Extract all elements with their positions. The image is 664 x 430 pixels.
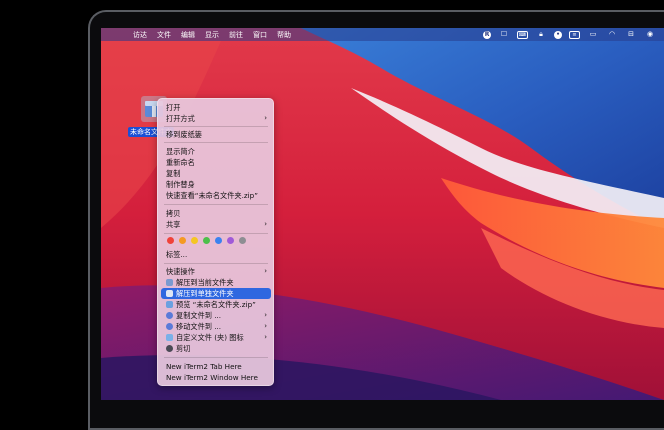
menu-item-label: New iTerm2 Window Here [166,373,258,382]
tag-green-dot[interactable] [203,237,210,244]
menu-separator [164,233,268,234]
menu-item-label: 移动文件到 ... [176,322,222,331]
control-center-icon[interactable]: ⊟ [625,30,637,39]
menu-item-label: 快速查看“未命名文件夹.zip” [166,191,258,200]
menu-item-move-to[interactable]: 移动文件到 ... › [161,321,271,332]
menu-item-duplicate[interactable]: 复制 [161,168,271,179]
menu-item-label: 拷贝 [166,209,181,218]
tag-orange-dot[interactable] [179,237,186,244]
menu-item-quick-look[interactable]: 快速查看“未命名文件夹.zip” [161,190,271,201]
menu-item-make-alias[interactable]: 制作替身 [161,179,271,190]
menu-item-open-with[interactable]: 打开方式 › [161,113,271,124]
menu-item-open[interactable]: 打开 [161,102,271,113]
menu-item-label: 制作替身 [166,180,195,189]
keyboard-icon[interactable]: ⌨ [517,30,528,39]
status-app-icon[interactable]: ☐ [498,30,510,39]
menu-item-label: 打开 [166,103,181,112]
preview-icon [166,301,173,308]
display-icon[interactable]: ≡ [569,30,580,39]
menu-item-rename[interactable]: 重新命名 [161,157,271,168]
menu-item-get-info[interactable]: 显示简介 [161,146,271,157]
chevron-right-icon: › [264,267,267,275]
menu-item-label: 移到废纸篓 [166,130,202,139]
menu-help[interactable]: 帮助 [277,30,291,40]
menu-item-quick-actions[interactable]: 快速操作 › [161,266,271,277]
menu-item-label: 标签... [166,250,188,259]
desktop-screen: 访达 文件 编辑 显示 前往 窗口 帮助 R ☐ ⌨ 🔒︎ • ≡ ▭ ◠ ⊟ … [101,28,664,400]
menu-item-iterm-tab[interactable]: New iTerm2 Tab Here [161,361,271,372]
archive-icon [166,279,173,286]
menu-edit[interactable]: 编辑 [181,30,195,40]
menu-item-preview[interactable]: 预览 “未命名文件夹.zip” [161,299,271,310]
menu-go[interactable]: 前往 [229,30,243,40]
menu-item-iterm-window[interactable]: New iTerm2 Window Here [161,372,271,383]
tag-red-dot[interactable] [167,237,174,244]
menu-item-label: 复制 [166,169,181,178]
apple-icon[interactable] [111,30,123,39]
menu-item-share[interactable]: 共享 › [161,219,271,230]
siri-icon[interactable]: ◉ [644,30,656,39]
tag-blue-dot[interactable] [215,237,222,244]
menu-item-label: 剪切 [176,344,191,353]
menu-item-label: 打开方式 [166,114,195,123]
menu-item-copy-to[interactable]: 复制文件到 ... › [161,310,271,321]
menu-item-label: 预览 “未命名文件夹.zip” [176,300,256,309]
menu-view[interactable]: 显示 [205,30,219,40]
folder-icon [166,334,173,341]
menu-item-move-to-trash[interactable]: 移到废纸篓 [161,129,271,140]
menu-item-label: 复制文件到 ... [176,311,222,320]
tag-purple-dot[interactable] [227,237,234,244]
move-files-icon [166,323,173,330]
menu-item-extract-separate[interactable]: 解压到单独文件夹 [161,288,271,299]
menu-separator [164,126,268,127]
lock-icon[interactable]: 🔒︎ [535,30,547,39]
menu-item-label: New iTerm2 Tab Here [166,362,242,371]
copy-files-icon [166,312,173,319]
user-icon[interactable]: • [554,30,562,39]
menu-item-cut[interactable]: 剪切 [161,343,271,354]
menu-item-label: 重新命名 [166,158,195,167]
menu-window[interactable]: 窗口 [253,30,267,40]
menu-file[interactable]: 文件 [157,30,171,40]
chevron-right-icon: › [264,333,267,341]
battery-icon[interactable]: ▭ [587,30,599,39]
tag-yellow-dot[interactable] [191,237,198,244]
menu-item-label: 解压到单独文件夹 [176,289,234,298]
menu-item-label: 快速操作 [166,267,195,276]
menu-item-label: 显示简介 [166,147,195,156]
menu-finder[interactable]: 访达 [133,30,147,40]
menu-item-tags[interactable]: 标签... [161,249,271,260]
menu-bar: 访达 文件 编辑 显示 前往 窗口 帮助 R ☐ ⌨ 🔒︎ • ≡ ▭ ◠ ⊟ … [101,28,664,41]
chevron-right-icon: › [264,114,267,122]
status-r-icon[interactable]: R [483,30,491,39]
chevron-right-icon: › [264,220,267,228]
wifi-icon[interactable]: ◠ [606,30,618,39]
scissors-icon [166,345,173,352]
chevron-right-icon: › [264,311,267,319]
menu-item-extract-here[interactable]: 解压到当前文件夹 [161,277,271,288]
menu-separator [164,142,268,143]
context-menu: 打开 打开方式 › 移到废纸篓 显示简介 重新命名 复制 制作替身 快速查看“未命… [157,98,274,386]
menu-item-copy[interactable]: 拷贝 [161,208,271,219]
menu-separator [164,263,268,264]
menu-item-label: 共享 [166,220,181,229]
archive-icon [166,290,173,297]
menu-separator [164,204,268,205]
chevron-right-icon: › [264,322,267,330]
menu-item-label: 解压到当前文件夹 [176,278,234,287]
menu-separator [164,357,268,358]
tag-gray-dot[interactable] [239,237,246,244]
tag-colors [167,237,246,244]
menu-item-custom-icon[interactable]: 自定义文件 (夹) 图标 › [161,332,271,343]
menu-item-label: 自定义文件 (夹) 图标 [176,333,244,342]
